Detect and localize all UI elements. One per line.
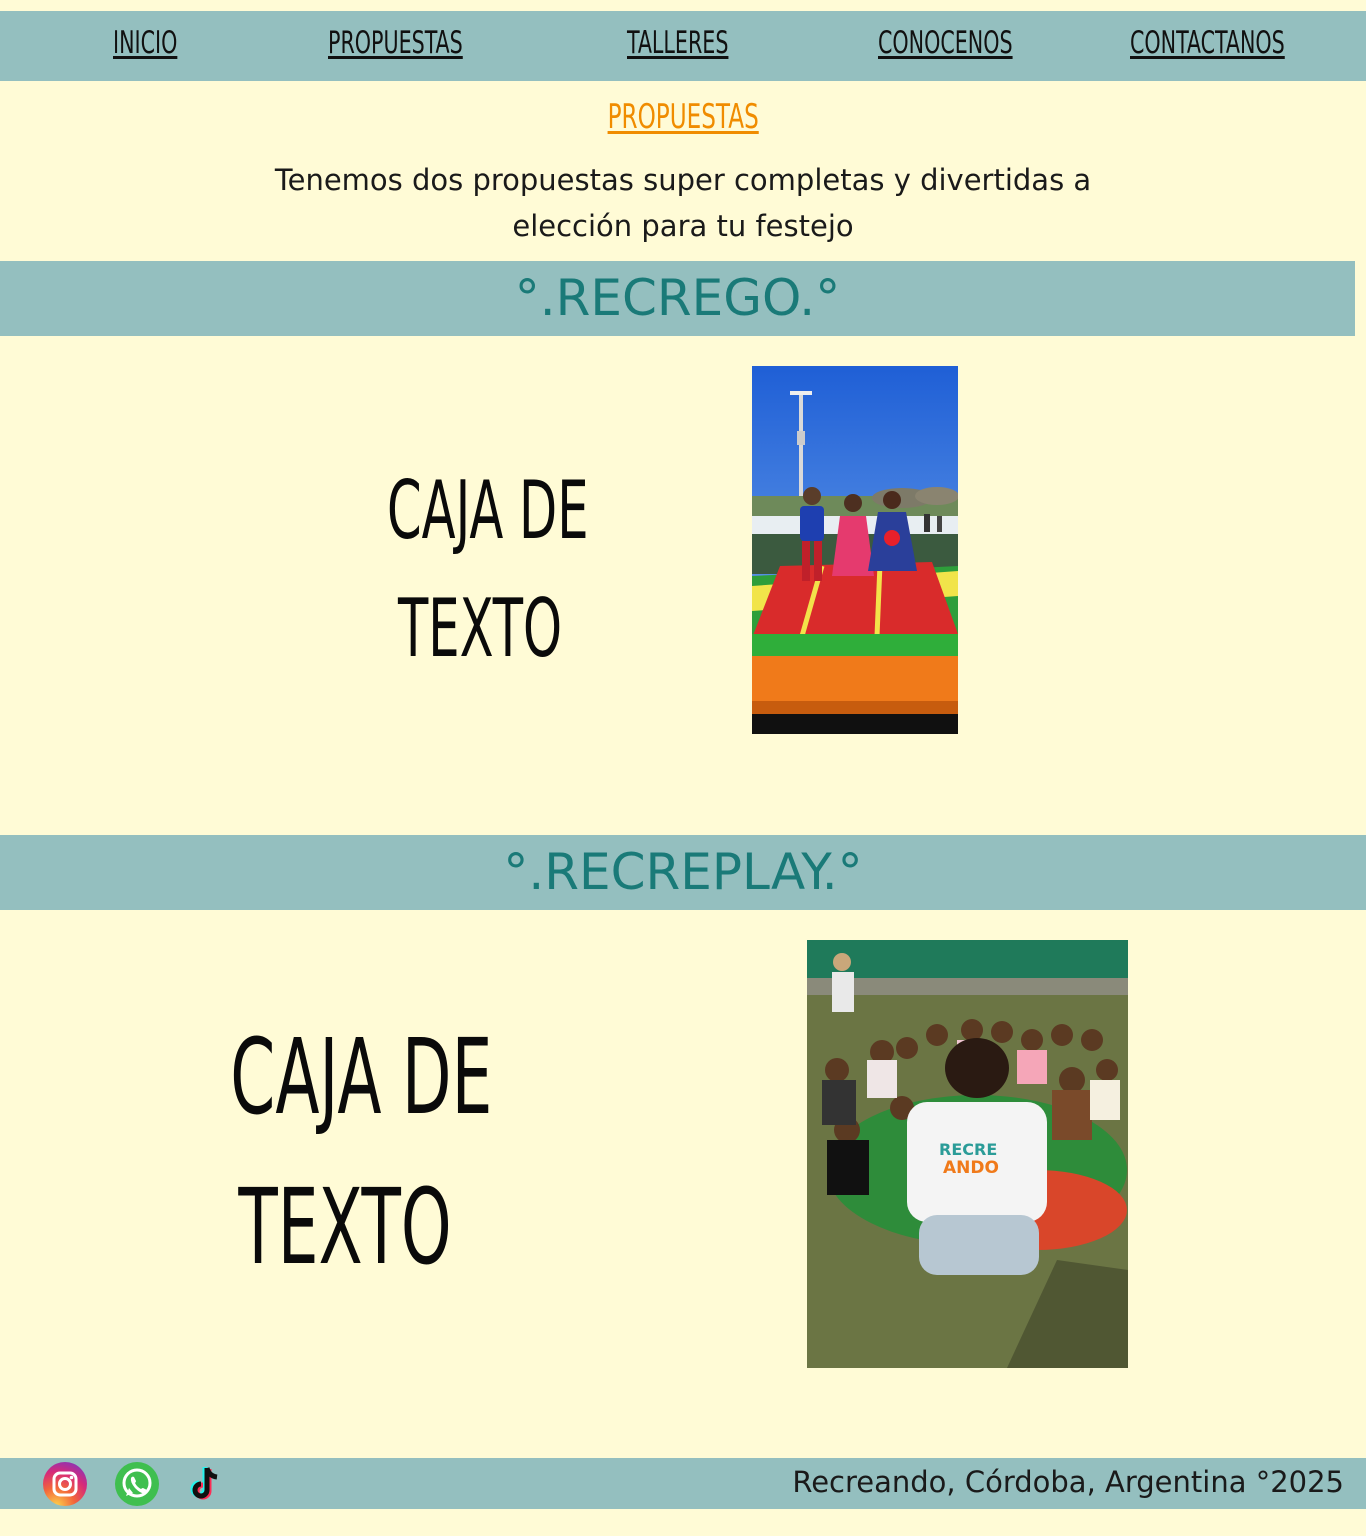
text-box-line-1: CAJA DE	[230, 1016, 493, 1138]
bouncy-castle-image	[752, 366, 958, 734]
section-band-recrego: °.RECREGO.°	[0, 261, 1355, 336]
whatsapp-icon[interactable]	[115, 1462, 159, 1506]
shirt-logo-bottom: ANDO	[943, 1158, 999, 1178]
section-title-recreplay: °.RECREPLAY.°	[503, 843, 863, 901]
page-title: PROPUESTAS	[607, 97, 759, 137]
photo-children-circle: RECRE ANDO	[807, 940, 1128, 1368]
text-box-recreplay: CAJA DE TEXTO	[160, 1002, 530, 1302]
footer-bar: Recreando, Córdoba, Argentina °2025	[0, 1458, 1366, 1509]
intro-line-1: Tenemos dos propuestas super completas y…	[274, 163, 1092, 197]
nav-link-talleres[interactable]: TALLERES	[627, 23, 728, 63]
top-navbar: INICIO PROPUESTAS TALLERES CONOCENOS CON…	[0, 11, 1366, 81]
intro-line-2: elección para tu festejo	[512, 209, 854, 243]
nav-link-conocenos[interactable]: CONOCENOS	[878, 23, 1013, 63]
photo-bouncy-castle	[752, 366, 958, 734]
page-heading: PROPUESTAS	[0, 96, 1366, 138]
text-box-recrego: CAJA DE TEXTO	[330, 452, 630, 688]
intro-text: Tenemos dos propuestas super completas y…	[233, 157, 1133, 249]
nav-link-inicio[interactable]: INICIO	[113, 23, 177, 63]
tiktok-icon[interactable]	[182, 1462, 226, 1506]
nav-link-contactanos[interactable]: CONTACTANOS	[1130, 23, 1285, 63]
text-box-line-2: TEXTO	[397, 582, 563, 675]
nav-link-propuestas[interactable]: PROPUESTAS	[328, 23, 463, 63]
instagram-icon[interactable]	[43, 1462, 87, 1506]
section-band-recreplay: °.RECREPLAY.°	[0, 835, 1366, 910]
children-circle-image: RECRE ANDO	[807, 940, 1128, 1368]
text-box-line-1: CAJA DE	[387, 464, 589, 557]
footer-copyright: Recreando, Córdoba, Argentina °2025	[792, 1465, 1344, 1499]
text-box-line-2: TEXTO	[238, 1166, 452, 1288]
section-title-recrego: °.RECREGO.°	[514, 269, 841, 327]
shirt-logo-top: RECRE	[939, 1140, 997, 1159]
